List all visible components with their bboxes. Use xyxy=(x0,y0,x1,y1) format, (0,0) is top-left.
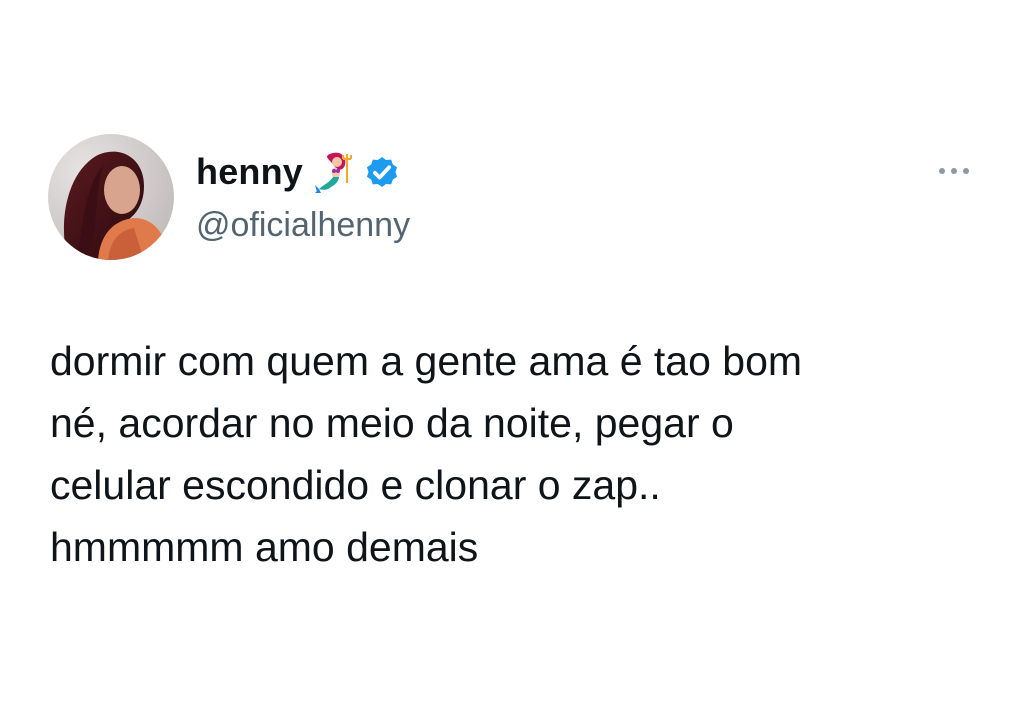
tweet-header: henny @oficialhenny xyxy=(196,150,410,246)
avatar-photo xyxy=(48,134,174,260)
mermaid-emoji-icon xyxy=(311,149,357,195)
more-options-icon xyxy=(936,163,972,181)
name-row: henny xyxy=(196,150,410,194)
display-name[interactable]: henny xyxy=(196,150,303,194)
tweet-card: henny @oficialhenny dormir com quem a ge… xyxy=(0,0,1024,712)
verified-badge-icon xyxy=(363,153,401,191)
user-handle[interactable]: @oficialhenny xyxy=(196,204,410,246)
avatar[interactable] xyxy=(48,134,174,260)
more-options-button[interactable] xyxy=(934,160,974,184)
tweet-text: dormir com quem a gente ama é tao bom né… xyxy=(50,338,803,570)
